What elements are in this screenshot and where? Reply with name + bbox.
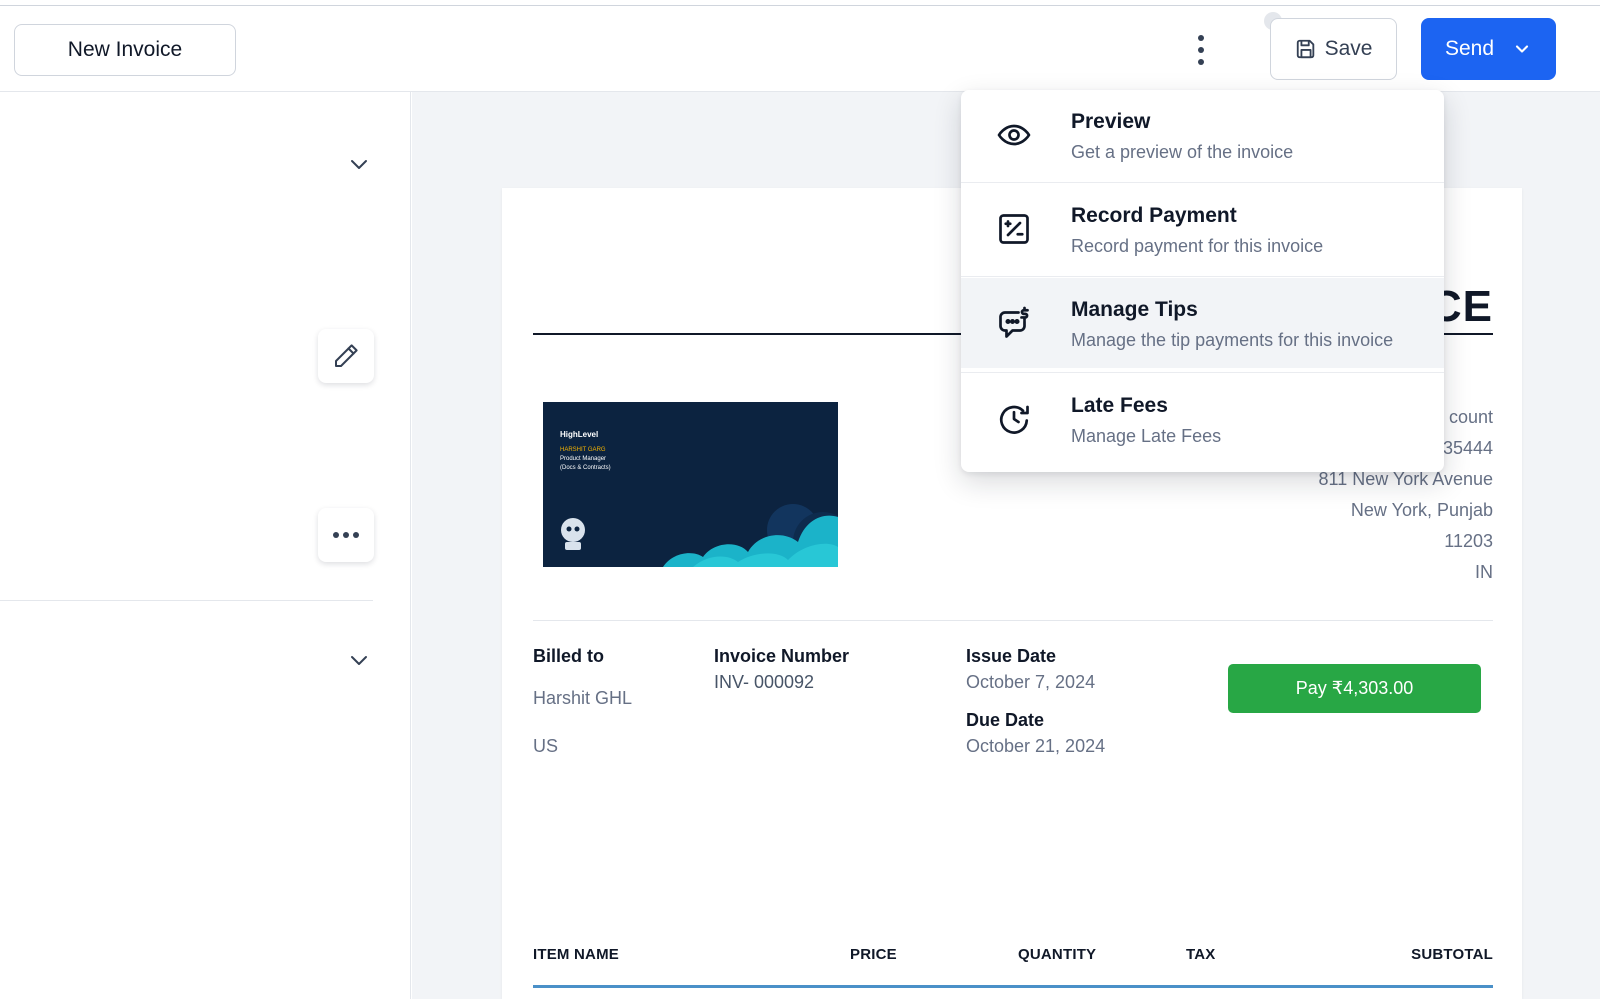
- menu-item-title: Preview: [1071, 110, 1151, 133]
- table-header-rule: [533, 985, 1493, 988]
- column-header-quantity: QUANTITY: [1018, 946, 1097, 963]
- kebab-dot-icon: [1198, 47, 1204, 53]
- sender-street: 811 New York Avenue: [1318, 469, 1493, 489]
- save-button-label: Save: [1324, 37, 1373, 60]
- invoice-number-value: INV- 000092: [714, 672, 815, 692]
- business-logo: HighLevel HARSHIT GARG Product Manager (…: [543, 402, 838, 567]
- ellipsis-icon: [333, 532, 359, 538]
- save-button[interactable]: Save: [1270, 18, 1397, 80]
- sidebar-panel: [0, 92, 411, 999]
- pay-button[interactable]: Pay ₹4,303.00: [1228, 664, 1481, 713]
- sender-city-state: New York, Punjab: [1350, 500, 1493, 520]
- logo-artwork: [543, 402, 838, 567]
- payment-receipt-icon: [999, 214, 1029, 244]
- sender-phone: 35444: [1442, 438, 1493, 458]
- menu-item-description: Manage Late Fees: [1071, 426, 1222, 446]
- section-divider: [533, 620, 1493, 621]
- menu-item-record-payment[interactable]: Record Payment Record payment for this i…: [961, 184, 1444, 274]
- sender-country: IN: [1475, 562, 1493, 582]
- menu-item-description: Get a preview of the invoice: [1071, 142, 1294, 162]
- more-actions-button[interactable]: [318, 508, 374, 562]
- pencil-icon: [335, 344, 358, 367]
- clock-refresh-icon: [999, 405, 1029, 434]
- column-header-subtotal: SUBTOTAL: [1411, 946, 1493, 963]
- menu-item-manage-tips[interactable]: Manage Tips Manage the tip payments for …: [961, 278, 1444, 368]
- billed-to-name: Harshit GHL: [533, 688, 633, 708]
- send-button[interactable]: Send: [1421, 18, 1556, 80]
- menu-item-description: Manage the tip payments for this invoice: [1071, 330, 1394, 350]
- edit-button[interactable]: [318, 329, 374, 383]
- menu-item-late-fees[interactable]: Late Fees Manage Late Fees: [961, 374, 1444, 464]
- chevron-down-icon[interactable]: [1512, 39, 1532, 59]
- billed-to-country: US: [533, 736, 559, 756]
- sidebar-divider: [0, 600, 373, 601]
- more-options-menu: Preview Get a preview of the invoice Rec…: [961, 90, 1444, 472]
- invoice-number-label: Invoice Number: [714, 646, 850, 666]
- eye-icon: [997, 124, 1031, 146]
- kebab-dot-icon: [1198, 35, 1204, 41]
- issue-date-label: Issue Date: [966, 646, 1057, 666]
- chevron-down-icon[interactable]: [347, 152, 371, 176]
- column-header-price: PRICE: [850, 946, 897, 963]
- menu-item-title: Manage Tips: [1071, 298, 1198, 321]
- menu-separator: [961, 182, 1444, 183]
- logo-team-text: (Docs & Contracts): [560, 465, 611, 471]
- menu-item-title: Record Payment: [1071, 204, 1237, 227]
- menu-separator: [961, 276, 1444, 277]
- menu-item-preview[interactable]: Preview Get a preview of the invoice: [961, 90, 1444, 180]
- tips-chat-icon: [999, 306, 1029, 338]
- sender-account: count: [1448, 407, 1493, 427]
- more-options-button[interactable]: [1186, 32, 1216, 68]
- menu-item-title: Late Fees: [1071, 394, 1168, 417]
- logo-name-text: HARSHIT GARG: [560, 447, 606, 453]
- logo-brand-text: HighLevel: [560, 430, 599, 439]
- top-bar: New Invoice Save Send: [0, 6, 1600, 92]
- column-header-tax: TAX: [1186, 946, 1216, 963]
- sender-zip: 11203: [1444, 531, 1493, 551]
- send-button-label: Send: [1444, 37, 1495, 60]
- logo-role-text: Product Manager: [560, 456, 607, 462]
- kebab-dot-icon: [1198, 59, 1204, 65]
- chevron-down-icon[interactable]: [347, 648, 371, 672]
- floppy-disk-icon: [1296, 39, 1314, 59]
- billed-to-label: Billed to: [533, 646, 604, 666]
- due-date-label: Due Date: [966, 710, 1045, 730]
- due-date-value: October 21, 2024: [966, 736, 1106, 756]
- column-header-item-name: ITEM NAME: [533, 946, 619, 963]
- menu-item-description: Record payment for this invoice: [1071, 236, 1324, 256]
- menu-separator: [961, 372, 1444, 373]
- issue-date-value: October 7, 2024: [966, 672, 1096, 692]
- invoice-name-input[interactable]: New Invoice: [14, 24, 236, 76]
